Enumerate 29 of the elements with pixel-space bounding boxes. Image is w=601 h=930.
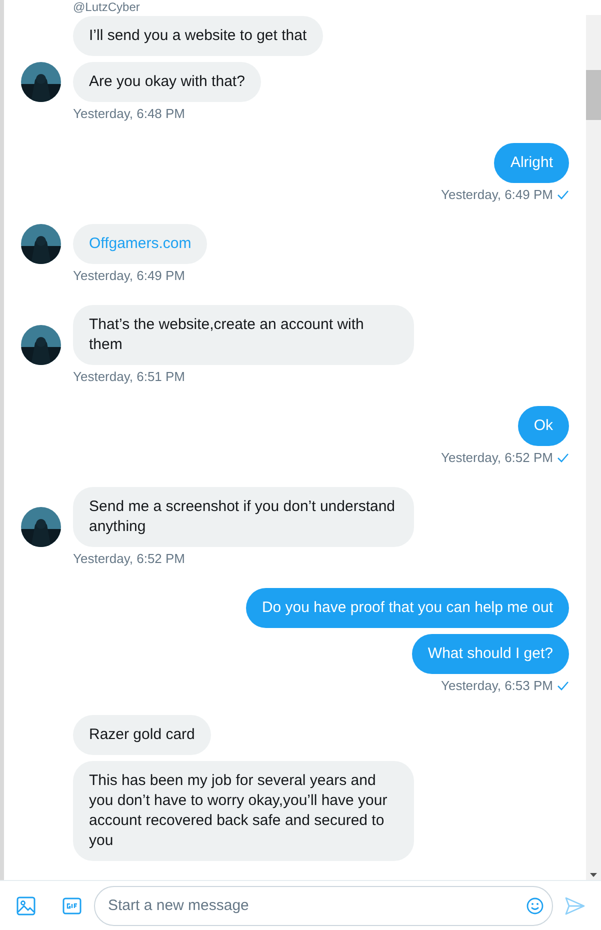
message-time: Yesterday, 6:49 PM: [73, 268, 186, 284]
avatar-icon: [21, 62, 61, 102]
send-icon[interactable]: [565, 896, 585, 914]
scrollbar-thumb[interactable]: [586, 70, 601, 120]
message-bubble: Alright: [494, 143, 569, 183]
message-time: Yesterday, 6:53 PM: [440, 678, 553, 694]
avatar-icon: [21, 507, 61, 547]
scrollbar[interactable]: [586, 15, 601, 880]
message-time: Yesterday, 6:49 PM: [440, 187, 553, 203]
message-time: Yesterday, 6:48 PM: [73, 106, 186, 122]
message-bubble: That’s the website,create an account with them: [73, 305, 414, 365]
message-bubble: Razer gold card: [73, 715, 211, 755]
message-bubble: I’ll send you a website to get that: [73, 16, 323, 56]
gif-icon[interactable]: [62, 896, 82, 916]
message-bubble: Ok: [518, 406, 569, 446]
message-time: Yesterday, 6:52 PM: [73, 551, 186, 567]
message-bubble: Send me a screenshot if you don’t understand anything: [73, 487, 414, 547]
message-time: Yesterday, 6:52 PM: [440, 450, 553, 466]
message-bubble: Are you okay with that?: [73, 62, 261, 102]
message-bubble: Do you have proof that you can help me out: [246, 588, 569, 628]
emoji-icon[interactable]: [526, 896, 544, 914]
avatar-icon: [21, 224, 61, 264]
image-icon[interactable]: [16, 896, 36, 916]
message-input[interactable]: Start a new message: [94, 886, 553, 926]
message-time: Yesterday, 6:51 PM: [73, 369, 186, 385]
avatar-icon: [21, 325, 61, 365]
message-bubble: This has been my job for several years and you don’t have to worry okay,you’ll have your account recovered back safe and secured to you: [73, 761, 414, 861]
message-bubble: What should I get?: [412, 634, 569, 674]
handle-text: @LutzCyber: [73, 0, 140, 14]
